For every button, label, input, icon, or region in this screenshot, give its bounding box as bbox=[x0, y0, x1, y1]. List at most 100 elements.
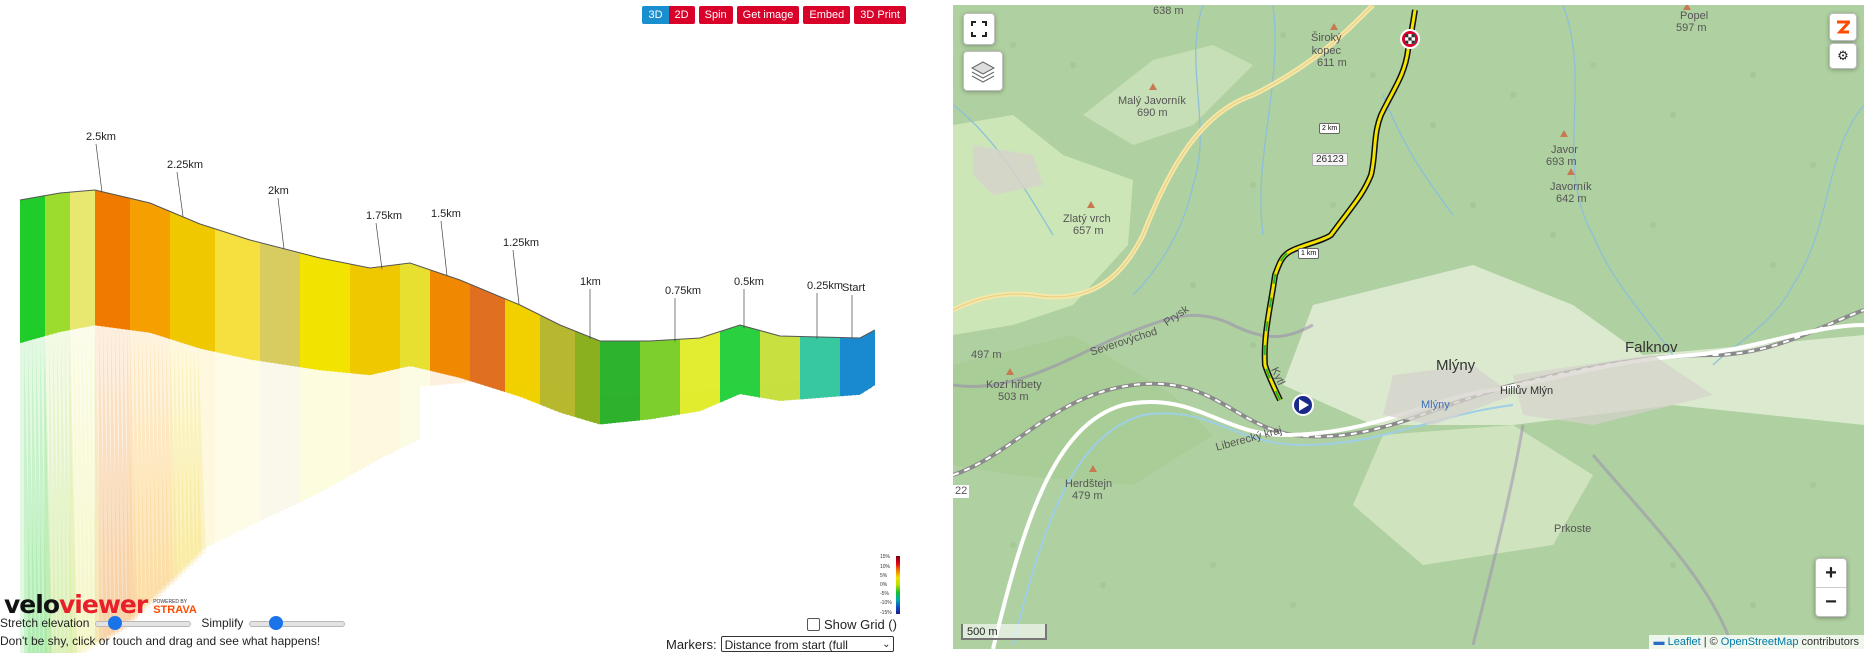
map-settings-button[interactable]: ⚙ bbox=[1829, 43, 1857, 69]
show-grid-checkbox[interactable] bbox=[807, 618, 820, 631]
peak-elevation-label: 597 m bbox=[1676, 22, 1707, 34]
profile-gradient-strip bbox=[190, 219, 194, 347]
simplify-slider[interactable] bbox=[249, 616, 346, 630]
stretch-elevation-slider[interactable] bbox=[95, 616, 192, 630]
profile-gradient-strip bbox=[374, 267, 378, 375]
spin-button[interactable]: Spin bbox=[698, 6, 733, 24]
profile-gradient-strip bbox=[412, 263, 416, 368]
route-map[interactable]: 638 m Široký kopec 611 m Malý Javorník 6… bbox=[953, 5, 1864, 649]
place-label-mlyny-station: Mlýny bbox=[1421, 399, 1450, 411]
profile-shadow-strip bbox=[796, 381, 800, 400]
profile-shadow-strip bbox=[648, 395, 652, 420]
profile-gradient-strip bbox=[300, 252, 304, 369]
zoom-out-button[interactable]: − bbox=[1816, 588, 1846, 616]
profile-gradient-strip bbox=[210, 227, 214, 352]
profile-gradient-strip bbox=[127, 197, 130, 331]
profile-shadow-strip bbox=[672, 393, 676, 416]
legend-label: -15% bbox=[880, 610, 892, 616]
profile-shadow-strip bbox=[206, 349, 210, 547]
profile-gradient-strip bbox=[340, 262, 344, 373]
profile-shadow-strip bbox=[247, 358, 251, 527]
profile-shadow-strip bbox=[820, 378, 824, 398]
profile-shadow-strip bbox=[544, 387, 548, 409]
profile-shadow-strip bbox=[712, 388, 716, 406]
profile-gradient-strip bbox=[276, 246, 280, 365]
profile-gradient-strip bbox=[312, 255, 316, 370]
distance-marker-label: 2.25km bbox=[167, 159, 203, 171]
profile-gradient-strip bbox=[494, 294, 498, 391]
elevation-profile-3d[interactable]: 2.5km 2.25km 2km 1.75km 1.5km 1.25km 1km 0.75km… bbox=[0, 0, 908, 653]
profile-shadow-strip bbox=[756, 383, 760, 398]
zoom-control: + − bbox=[1815, 558, 1847, 617]
profile-gradient-strip bbox=[296, 251, 300, 368]
profile-shadow-strip bbox=[656, 395, 660, 419]
profile-shadow-strip bbox=[720, 387, 724, 403]
route-km-marker: 2 km bbox=[1319, 123, 1341, 134]
profile-shadow-strip bbox=[856, 372, 860, 395]
slider-thumb[interactable] bbox=[269, 616, 284, 630]
profile-toolbar: 3D 2D Spin Get image Embed 3D Print bbox=[642, 6, 906, 24]
fullscreen-button[interactable] bbox=[963, 13, 995, 45]
profile-shadow-strip bbox=[816, 379, 820, 399]
layers-button[interactable] bbox=[963, 51, 1003, 91]
embed-button[interactable]: Embed bbox=[803, 6, 851, 24]
profile-shadow-strip bbox=[804, 380, 808, 400]
profile-gradient-strip bbox=[292, 250, 296, 367]
profile-gradient-strip bbox=[142, 201, 146, 333]
distance-marker-line bbox=[176, 171, 184, 217]
profile-shadow-strip bbox=[198, 347, 202, 552]
profile-shadow-strip bbox=[202, 348, 206, 549]
profile-gradient-strip bbox=[478, 287, 482, 386]
profile-shadow-strip bbox=[696, 390, 700, 412]
profile-gradient-strip bbox=[215, 228, 219, 353]
profile-gradient-strip bbox=[20, 199, 24, 343]
leaflet-link[interactable]: Leaflet bbox=[1668, 636, 1701, 648]
route-start-marker[interactable] bbox=[1292, 394, 1314, 416]
openstreetmap-link[interactable]: OpenStreetMap bbox=[1721, 636, 1799, 648]
profile-shadow-strip bbox=[680, 392, 684, 415]
slider-thumb[interactable] bbox=[107, 616, 122, 630]
profile-shadow-strip bbox=[378, 372, 382, 460]
veloviewer-logo[interactable]: veloviewer POWERED BY STRAVA bbox=[4, 590, 197, 619]
profile-shadow-strip bbox=[636, 396, 640, 421]
strava-segments-button[interactable] bbox=[1829, 13, 1857, 41]
profile-gradient-strip bbox=[408, 263, 412, 367]
profile-shadow-strip bbox=[684, 391, 688, 414]
simplify-label: Simplify bbox=[201, 616, 244, 630]
profile-shadow-strip bbox=[668, 393, 672, 417]
place-label-falknov: Falknov bbox=[1625, 339, 1678, 356]
get-image-button[interactable]: Get image bbox=[736, 6, 800, 24]
profile-gradient-strip bbox=[442, 273, 446, 375]
profile-gradient-strip bbox=[259, 242, 260, 361]
leaflet-flag-icon: ▬ bbox=[1653, 636, 1665, 648]
profile-gradient-strip bbox=[74, 191, 78, 330]
profile-shadow-strip bbox=[243, 357, 247, 529]
show-grid-toggle[interactable]: Show Grid () bbox=[807, 617, 897, 632]
print-3d-button[interactable]: 3D Print bbox=[854, 6, 906, 24]
layers-icon bbox=[970, 61, 996, 83]
profile-shadow-strip bbox=[251, 359, 255, 525]
gradient-legend-bar bbox=[896, 556, 900, 614]
markers-select[interactable]: Distance from start (full ⌄ bbox=[720, 636, 894, 652]
profile-gradient-strip bbox=[178, 214, 182, 344]
profile-shadow-strip bbox=[288, 365, 292, 508]
profile-shadow-strip bbox=[740, 384, 744, 395]
distance-marker-label: 1.25km bbox=[503, 237, 539, 249]
profile-gradient-strip bbox=[255, 241, 259, 362]
profile-gradient-strip bbox=[32, 197, 36, 340]
view-2d-button[interactable]: 2D bbox=[668, 6, 695, 24]
view-3d-button[interactable]: 3D bbox=[642, 6, 669, 24]
zoom-in-button[interactable]: + bbox=[1816, 559, 1846, 588]
profile-shadow-strip bbox=[344, 372, 348, 479]
profile-shadow-strip bbox=[540, 387, 544, 407]
profile-shadow-strip bbox=[848, 373, 852, 396]
map-tiles[interactable] bbox=[953, 5, 1864, 649]
profile-shadow-strip bbox=[210, 350, 214, 545]
profile-panel[interactable]: 2.5km 2.25km 2km 1.75km 1.5km 1.25km 1km 0.75km… bbox=[0, 0, 908, 653]
route-finish-marker[interactable] bbox=[1400, 29, 1420, 49]
profile-gradient-strip bbox=[49, 194, 53, 335]
profile-gradient-strip bbox=[223, 231, 227, 355]
profile-shadow-strip bbox=[304, 367, 308, 500]
profile-gradient-strip bbox=[251, 240, 255, 361]
profile-gradient-strip bbox=[82, 190, 86, 328]
